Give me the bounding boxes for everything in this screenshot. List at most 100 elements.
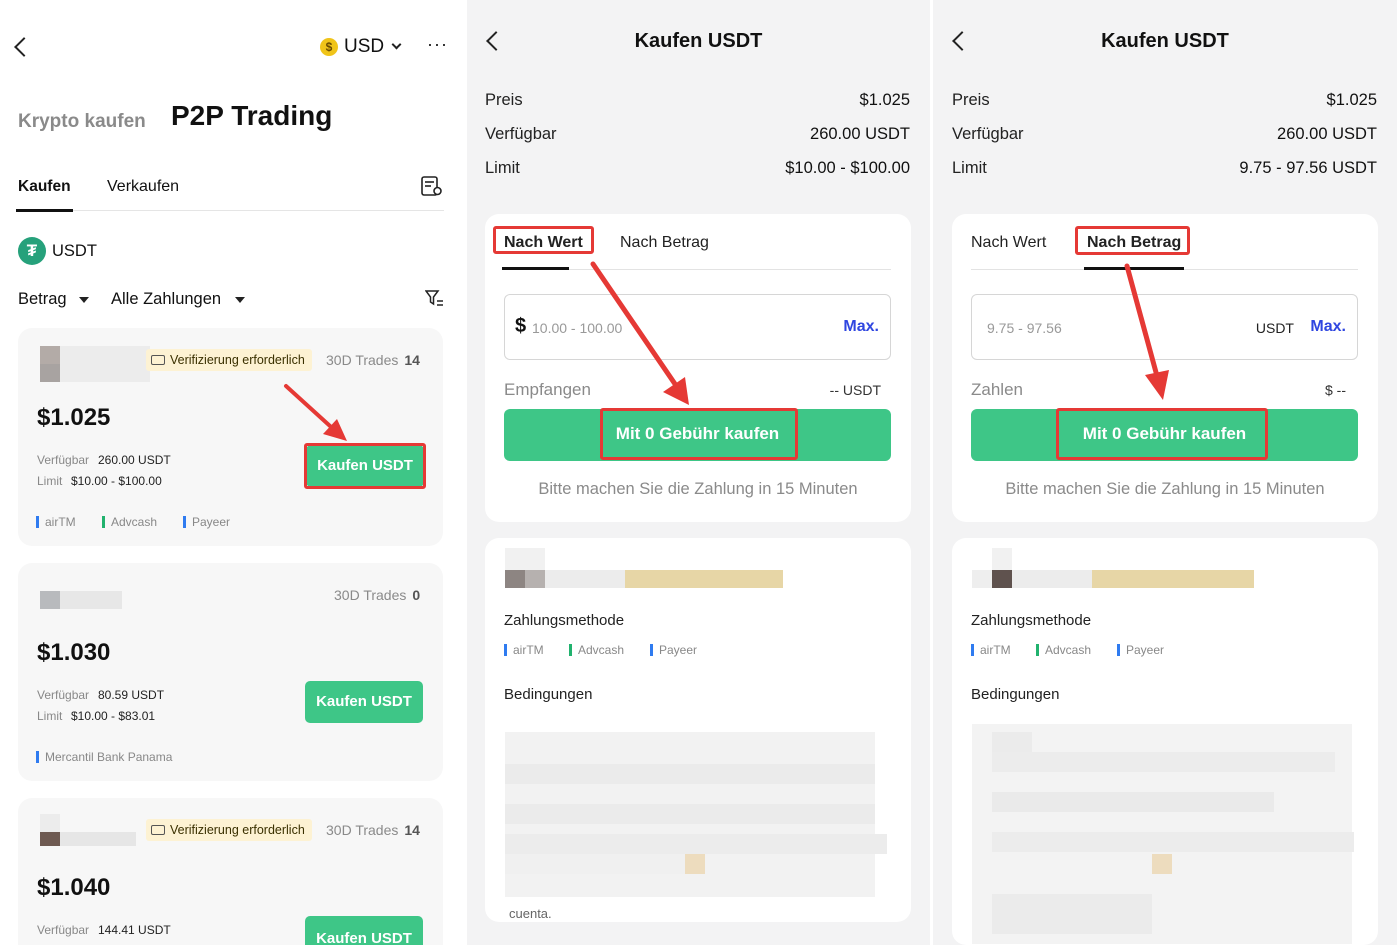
payment-tag: airTM bbox=[971, 643, 1011, 657]
highlight-box bbox=[1056, 408, 1268, 460]
merchant-name-blurred bbox=[545, 570, 625, 588]
ad-card: Verifizierung erforderlich 30D Trades 14 … bbox=[18, 798, 443, 945]
available-value: 260.00 USDT bbox=[1277, 125, 1377, 143]
price-label: Preis bbox=[485, 91, 523, 109]
merchant-badge-blurred bbox=[625, 570, 783, 588]
tab-sell[interactable]: Verkaufen bbox=[107, 178, 179, 196]
receive-value: -- USDT bbox=[829, 382, 881, 398]
id-card-icon bbox=[151, 355, 165, 365]
amount-input-placeholder: 9.75 - 97.56 bbox=[987, 320, 1062, 336]
available-value: 260.00 USDT bbox=[98, 453, 171, 467]
max-button[interactable]: Max. bbox=[843, 318, 879, 336]
available-value: 260.00 USDT bbox=[810, 125, 910, 143]
caret-down-icon[interactable] bbox=[235, 297, 245, 303]
amount-filter[interactable]: Betrag bbox=[18, 290, 67, 309]
tab-buy-underline bbox=[16, 209, 73, 212]
payment-method-label: Zahlungsmethode bbox=[504, 612, 625, 629]
merchant-name-blurred bbox=[60, 591, 122, 609]
avatar bbox=[992, 570, 1012, 588]
highlight-box bbox=[600, 408, 798, 460]
merchant-panel: Zahlungsmethode airTM Advcash Payeer Bed… bbox=[952, 538, 1378, 945]
price-label: Preis bbox=[952, 91, 990, 109]
chevron-down-icon[interactable] bbox=[391, 39, 402, 50]
ad-card: 30D Trades 0 $1.030 Verfügbar 80.59 USDT … bbox=[18, 563, 443, 781]
dollar-icon: $ bbox=[515, 315, 527, 337]
price-value: $1.025 bbox=[1326, 91, 1377, 109]
payment-method-label: Zahlungsmethode bbox=[971, 612, 1092, 629]
tab-krypto-kaufen[interactable]: Krypto kaufen bbox=[18, 111, 146, 133]
available-value: 80.59 USDT bbox=[98, 688, 165, 702]
highlight-box bbox=[493, 226, 594, 254]
p2p-list-screen: $ USD ··· Krypto kaufen P2P Trading Kauf… bbox=[0, 0, 465, 945]
filter-icon[interactable] bbox=[425, 290, 445, 308]
payment-tag: Payeer bbox=[183, 515, 230, 529]
pay-value: $ -- bbox=[1325, 382, 1346, 398]
buy-usdt-button[interactable]: Kaufen USDT bbox=[305, 916, 423, 945]
buy-by-amount-screen: Kaufen USDT Preis $1.025 Verfügbar 260.0… bbox=[933, 0, 1397, 945]
available-label: Verfügbar bbox=[485, 125, 557, 143]
limit-value: $10.00 - $100.00 bbox=[785, 159, 910, 177]
payment-tag: Payeer bbox=[650, 643, 697, 657]
tab-active-underline bbox=[502, 267, 569, 270]
conditions-text-tail: cuenta. bbox=[509, 906, 552, 921]
limit-value: $10.00 - $83.01 bbox=[71, 709, 156, 723]
verification-badge: Verifizierung erforderlich bbox=[146, 349, 312, 371]
buy-by-value-screen: Kaufen USDT Preis $1.025 Verfügbar 260.0… bbox=[467, 0, 930, 945]
value-input[interactable]: $ 10.00 - 100.00 Max. bbox=[504, 294, 891, 360]
avatar bbox=[40, 591, 60, 609]
payment-tag: Advcash bbox=[1036, 643, 1091, 657]
asset-selector[interactable]: USDT bbox=[52, 242, 97, 261]
merchant-badge-blurred bbox=[1092, 570, 1254, 588]
buy-usdt-button[interactable]: Kaufen USDT bbox=[305, 681, 423, 723]
currency-selector[interactable]: USD bbox=[344, 36, 384, 58]
available-label: Verfügbar bbox=[37, 453, 90, 467]
payment-tag: Advcash bbox=[569, 643, 624, 657]
limit-label: Limit bbox=[37, 709, 63, 723]
merchant-name-blurred bbox=[1012, 570, 1092, 588]
trades-count: 30D Trades 14 bbox=[326, 352, 420, 368]
limit-label: Limit bbox=[485, 159, 520, 177]
avatar bbox=[40, 346, 60, 364]
order-panel: Nach Wert Nach Betrag $ 10.00 - 100.00 M… bbox=[485, 214, 911, 522]
tab-divider bbox=[16, 210, 444, 211]
order-list-icon[interactable] bbox=[420, 174, 444, 198]
available-label: Verfügbar bbox=[37, 688, 90, 702]
verification-badge: Verifizierung erforderlich bbox=[146, 819, 312, 841]
page-title: Kaufen USDT bbox=[1101, 30, 1229, 52]
max-button[interactable]: Max. bbox=[1310, 318, 1346, 336]
conditions-label: Bedingungen bbox=[504, 686, 593, 703]
tab-by-amount[interactable]: Nach Betrag bbox=[620, 234, 709, 252]
page-title: P2P Trading bbox=[171, 100, 333, 131]
limit-label: Limit bbox=[37, 474, 63, 488]
caret-down-icon[interactable] bbox=[79, 297, 89, 303]
tab-buy[interactable]: Kaufen bbox=[18, 178, 71, 196]
order-panel: Nach Wert Nach Betrag 9.75 - 97.56 USDT … bbox=[952, 214, 1378, 522]
available-label: Verfügbar bbox=[952, 125, 1024, 143]
amount-input[interactable]: 9.75 - 97.56 USDT Max. bbox=[971, 294, 1358, 360]
tab-active-underline bbox=[1084, 267, 1184, 270]
avatar bbox=[505, 570, 525, 588]
payment-time-note: Bitte machen Sie die Zahlung in 15 Minut… bbox=[1005, 480, 1325, 498]
payment-tag: Mercantil Bank Panama bbox=[36, 750, 172, 764]
conditions-label: Bedingungen bbox=[971, 686, 1060, 703]
tab-by-value[interactable]: Nach Wert bbox=[971, 234, 1046, 252]
ad-price: $1.025 bbox=[37, 404, 111, 431]
receive-label: Empfangen bbox=[504, 380, 591, 399]
limit-label: Limit bbox=[952, 159, 987, 177]
payment-tag: airTM bbox=[36, 515, 76, 529]
more-options-icon[interactable]: ··· bbox=[427, 34, 448, 55]
ad-price: $1.030 bbox=[37, 639, 111, 666]
price-value: $1.025 bbox=[859, 91, 910, 109]
payment-tag: Payeer bbox=[1117, 643, 1164, 657]
limit-value: $10.00 - $100.00 bbox=[71, 474, 162, 488]
usd-coin-icon: $ bbox=[320, 38, 338, 56]
highlight-box bbox=[1075, 226, 1190, 255]
payment-filter[interactable]: Alle Zahlungen bbox=[111, 290, 221, 309]
trades-count: 30D Trades 0 bbox=[334, 587, 421, 603]
highlight-box bbox=[304, 443, 426, 489]
id-card-icon bbox=[151, 825, 165, 835]
back-arrow-icon[interactable] bbox=[14, 37, 34, 57]
payment-tag: Advcash bbox=[102, 515, 157, 529]
limit-value: 9.75 - 97.56 USDT bbox=[1239, 159, 1377, 177]
tether-icon: ₮ bbox=[18, 237, 46, 265]
